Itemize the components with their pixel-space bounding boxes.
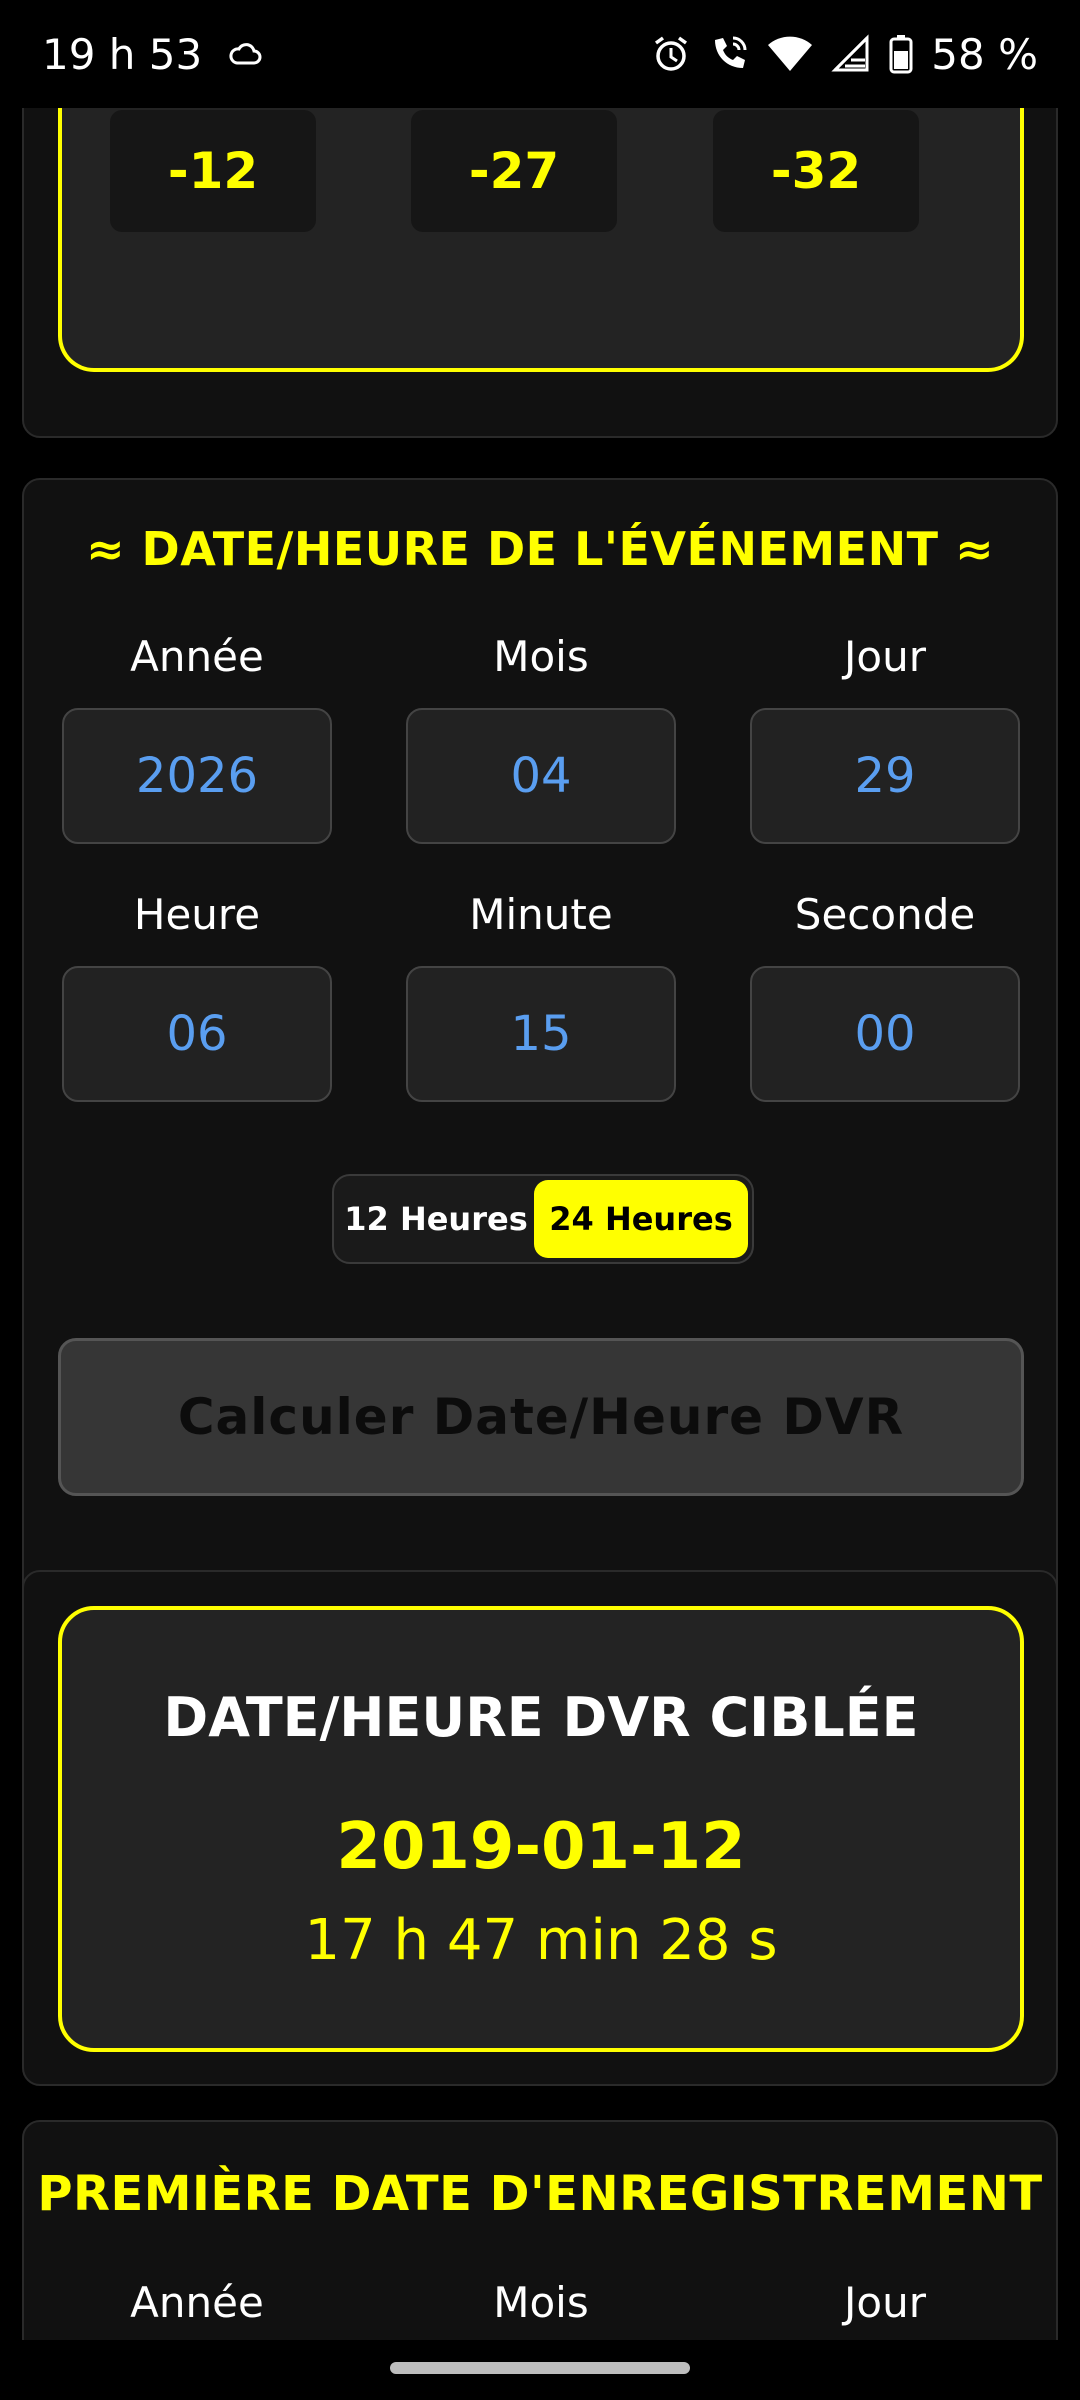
time-format-toggle: 12 Heures 24 Heures (332, 1174, 754, 1264)
offset-panel: -12 -27 -32 (58, 108, 1024, 372)
event-card: ≈ DATE/HEURE DE L'ÉVÉNEMENT ≈ Année Mois… (22, 478, 1058, 1640)
hour-input[interactable]: 06 (62, 966, 332, 1102)
result-title: DATE/HEURE DVR CIBLÉE (163, 1686, 919, 1749)
navigation-bar (0, 2340, 1080, 2400)
cloud-icon (228, 41, 262, 67)
signal-icon (831, 34, 871, 74)
year-label: Année (130, 2278, 264, 2327)
month-label: Mois (493, 632, 589, 681)
offset-value-box: -12 (110, 110, 316, 232)
calculate-button[interactable]: Calculer Date/Heure DVR (58, 1338, 1024, 1496)
offset-value-box: -32 (713, 110, 919, 232)
second-input[interactable]: 00 (750, 966, 1020, 1102)
battery-icon (889, 34, 913, 74)
first-recording-card: PREMIÈRE DATE D'ENREGISTREMENT Année Moi… (22, 2120, 1058, 2340)
year-label: Année (130, 632, 264, 681)
result-date: 2019-01-12 (336, 1810, 746, 1884)
minute-input[interactable]: 15 (406, 966, 676, 1102)
scroll-content[interactable]: -12 -27 -32 ≈ DATE/HEURE DE L'ÉVÉNEMENT … (0, 108, 1080, 2340)
wifi-calling-icon (709, 34, 749, 74)
status-time: 19 h 53 (42, 29, 203, 79)
offset-value-box: -27 (411, 110, 617, 232)
month-input[interactable]: 04 (406, 708, 676, 844)
day-input[interactable]: 29 (750, 708, 1020, 844)
alarm-icon (651, 34, 691, 74)
status-bar: 19 h 53 58 % (0, 0, 1080, 108)
day-label: Jour (844, 632, 926, 681)
event-title: ≈ DATE/HEURE DE L'ÉVÉNEMENT ≈ (85, 522, 995, 576)
hour-label: Heure (133, 890, 261, 939)
wifi-icon (767, 35, 813, 73)
result-card: DATE/HEURE DVR CIBLÉE 2019-01-12 17 h 47… (22, 1570, 1058, 2086)
battery-percent: 58 % (931, 29, 1038, 79)
result-panel: DATE/HEURE DVR CIBLÉE 2019-01-12 17 h 47… (58, 1606, 1024, 2052)
second-label: Seconde (794, 890, 976, 939)
day-label: Jour (844, 2278, 926, 2327)
first-recording-title: PREMIÈRE DATE D'ENREGISTREMENT (37, 2166, 1043, 2222)
toggle-12-hours[interactable]: 12 Heures (338, 1180, 534, 1258)
minute-label: Minute (469, 890, 613, 939)
year-input[interactable]: 2026 (62, 708, 332, 844)
toggle-24-hours[interactable]: 24 Heures (534, 1180, 748, 1258)
offset-card: -12 -27 -32 (22, 108, 1058, 438)
result-time: 17 h 47 min 28 s (304, 1908, 778, 1973)
month-label: Mois (493, 2278, 589, 2327)
home-gesture-handle[interactable] (390, 2362, 690, 2374)
